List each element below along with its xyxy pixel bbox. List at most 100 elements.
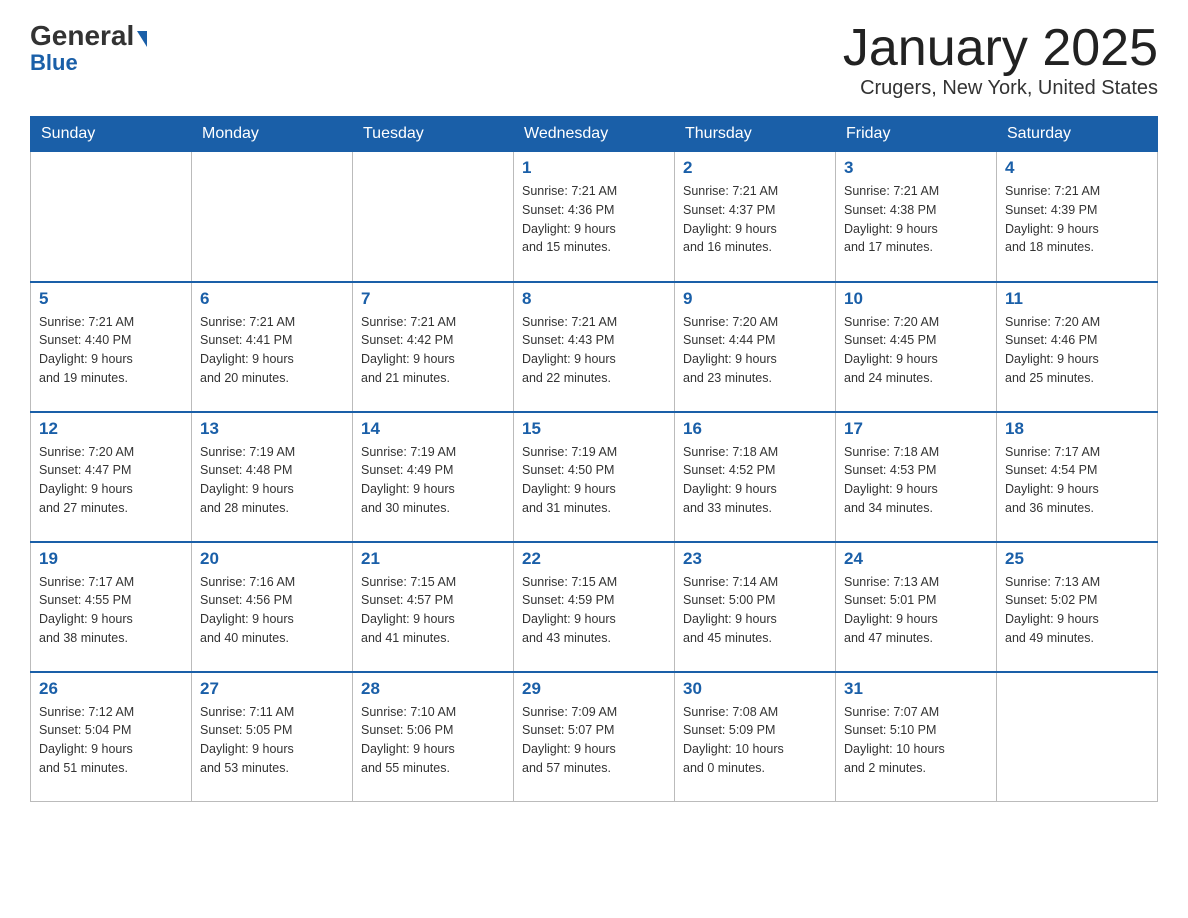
- col-sunday: Sunday: [31, 117, 192, 152]
- day-number: 30: [683, 679, 827, 699]
- calendar-cell: 16 Sunrise: 7:18 AM Sunset: 4:52 PM Dayli…: [675, 412, 836, 542]
- day-number: 14: [361, 419, 505, 439]
- day-number: 1: [522, 158, 666, 178]
- day-number: 27: [200, 679, 344, 699]
- day-number: 15: [522, 419, 666, 439]
- calendar-cell: 13Sunrise: 7:19 AM Sunset: 4:48 PM Dayli…: [192, 412, 353, 542]
- day-number: 20: [200, 549, 344, 569]
- day-info: Sunrise: 7:21 AM Sunset: 4:37 PM Dayligh…: [683, 182, 827, 257]
- day-info: Sunrise: 7:18 AM Sunset: 4:52 PM Dayligh…: [683, 443, 827, 518]
- day-info: Sunrise: 7:20 AM Sunset: 4:46 PM Dayligh…: [1005, 313, 1149, 388]
- day-number: 16: [683, 419, 827, 439]
- day-number: 26: [39, 679, 183, 699]
- day-number: 6: [200, 289, 344, 309]
- day-info: Sunrise: 7:19 AM Sunset: 4:48 PM Dayligh…: [200, 443, 344, 518]
- calendar-cell: 2Sunrise: 7:21 AM Sunset: 4:37 PM Daylig…: [675, 152, 836, 282]
- day-info: Sunrise: 7:16 AM Sunset: 4:56 PM Dayligh…: [200, 573, 344, 648]
- day-info: Sunrise: 7:17 AM Sunset: 4:55 PM Dayligh…: [39, 573, 183, 648]
- logo-blue-text: Blue: [30, 50, 78, 76]
- day-info: Sunrise: 7:20 AM Sunset: 4:45 PM Dayligh…: [844, 313, 988, 388]
- calendar-cell: 26Sunrise: 7:12 AM Sunset: 5:04 PM Dayli…: [31, 672, 192, 802]
- calendar-cell: [31, 152, 192, 282]
- logo: General Blue: [30, 20, 147, 76]
- calendar-week-3: 12 Sunrise: 7:20 AM Sunset: 4:47 PM Dayli…: [31, 412, 1158, 542]
- logo-arrow-icon: [137, 31, 147, 47]
- day-number: 10: [844, 289, 988, 309]
- calendar-cell: 30 Sunrise: 7:08 AM Sunset: 5:09 PM Dayli…: [675, 672, 836, 802]
- calendar-cell: 1 Sunrise: 7:21 AM Sunset: 4:36 PM Daylig…: [514, 152, 675, 282]
- logo-line1: General: [30, 20, 147, 52]
- col-saturday: Saturday: [997, 117, 1158, 152]
- day-number: 12: [39, 419, 183, 439]
- day-number: 28: [361, 679, 505, 699]
- col-wednesday: Wednesday: [514, 117, 675, 152]
- calendar-cell: 3 Sunrise: 7:21 AM Sunset: 4:38 PM Daylig…: [836, 152, 997, 282]
- day-number: 11: [1005, 289, 1149, 309]
- day-number: 3: [844, 158, 988, 178]
- day-number: 21: [361, 549, 505, 569]
- day-number: 29: [522, 679, 666, 699]
- calendar-cell: 23Sunrise: 7:14 AM Sunset: 5:00 PM Dayli…: [675, 542, 836, 672]
- page-header: General Blue January 2025 Crugers, New Y…: [30, 20, 1158, 100]
- day-number: 22: [522, 549, 666, 569]
- calendar-cell: 4 Sunrise: 7:21 AM Sunset: 4:39 PM Daylig…: [997, 152, 1158, 282]
- day-number: 7: [361, 289, 505, 309]
- page-title: January 2025: [843, 20, 1158, 77]
- day-info: Sunrise: 7:21 AM Sunset: 4:40 PM Dayligh…: [39, 313, 183, 388]
- calendar-cell: 5Sunrise: 7:21 AM Sunset: 4:40 PM Daylig…: [31, 282, 192, 412]
- day-info: Sunrise: 7:10 AM Sunset: 5:06 PM Dayligh…: [361, 703, 505, 778]
- calendar-week-4: 19 Sunrise: 7:17 AM Sunset: 4:55 PM Dayli…: [31, 542, 1158, 672]
- day-number: 25: [1005, 549, 1149, 569]
- calendar-cell: 28 Sunrise: 7:10 AM Sunset: 5:06 PM Dayli…: [353, 672, 514, 802]
- day-info: Sunrise: 7:21 AM Sunset: 4:43 PM Dayligh…: [522, 313, 666, 388]
- day-info: Sunrise: 7:20 AM Sunset: 4:47 PM Dayligh…: [39, 443, 183, 518]
- calendar-cell: 6 Sunrise: 7:21 AM Sunset: 4:41 PM Daylig…: [192, 282, 353, 412]
- calendar-header-row: Sunday Monday Tuesday Wednesday Thursday…: [31, 117, 1158, 152]
- day-number: 9: [683, 289, 827, 309]
- day-info: Sunrise: 7:21 AM Sunset: 4:39 PM Dayligh…: [1005, 182, 1149, 257]
- col-tuesday: Tuesday: [353, 117, 514, 152]
- calendar-cell: 8 Sunrise: 7:21 AM Sunset: 4:43 PM Daylig…: [514, 282, 675, 412]
- day-info: Sunrise: 7:09 AM Sunset: 5:07 PM Dayligh…: [522, 703, 666, 778]
- day-number: 23: [683, 549, 827, 569]
- calendar-cell: 11 Sunrise: 7:20 AM Sunset: 4:46 PM Dayli…: [997, 282, 1158, 412]
- day-info: Sunrise: 7:15 AM Sunset: 4:57 PM Dayligh…: [361, 573, 505, 648]
- calendar-week-2: 5Sunrise: 7:21 AM Sunset: 4:40 PM Daylig…: [31, 282, 1158, 412]
- calendar-cell: 31Sunrise: 7:07 AM Sunset: 5:10 PM Dayli…: [836, 672, 997, 802]
- calendar-cell: 12 Sunrise: 7:20 AM Sunset: 4:47 PM Dayli…: [31, 412, 192, 542]
- day-info: Sunrise: 7:21 AM Sunset: 4:36 PM Dayligh…: [522, 182, 666, 257]
- col-friday: Friday: [836, 117, 997, 152]
- day-number: 19: [39, 549, 183, 569]
- day-info: Sunrise: 7:07 AM Sunset: 5:10 PM Dayligh…: [844, 703, 988, 778]
- calendar-cell: 29 Sunrise: 7:09 AM Sunset: 5:07 PM Dayli…: [514, 672, 675, 802]
- day-number: 4: [1005, 158, 1149, 178]
- day-number: 18: [1005, 419, 1149, 439]
- calendar-cell: 15Sunrise: 7:19 AM Sunset: 4:50 PM Dayli…: [514, 412, 675, 542]
- day-info: Sunrise: 7:13 AM Sunset: 5:02 PM Dayligh…: [1005, 573, 1149, 648]
- day-number: 24: [844, 549, 988, 569]
- calendar-cell: [353, 152, 514, 282]
- day-info: Sunrise: 7:21 AM Sunset: 4:42 PM Dayligh…: [361, 313, 505, 388]
- day-info: Sunrise: 7:08 AM Sunset: 5:09 PM Dayligh…: [683, 703, 827, 778]
- page-subtitle: Crugers, New York, United States: [843, 77, 1158, 100]
- day-info: Sunrise: 7:21 AM Sunset: 4:41 PM Dayligh…: [200, 313, 344, 388]
- calendar-cell: 18Sunrise: 7:17 AM Sunset: 4:54 PM Dayli…: [997, 412, 1158, 542]
- day-info: Sunrise: 7:11 AM Sunset: 5:05 PM Dayligh…: [200, 703, 344, 778]
- day-info: Sunrise: 7:19 AM Sunset: 4:49 PM Dayligh…: [361, 443, 505, 518]
- day-info: Sunrise: 7:13 AM Sunset: 5:01 PM Dayligh…: [844, 573, 988, 648]
- day-number: 8: [522, 289, 666, 309]
- calendar-cell: 25 Sunrise: 7:13 AM Sunset: 5:02 PM Dayli…: [997, 542, 1158, 672]
- calendar-cell: 9 Sunrise: 7:20 AM Sunset: 4:44 PM Daylig…: [675, 282, 836, 412]
- day-info: Sunrise: 7:18 AM Sunset: 4:53 PM Dayligh…: [844, 443, 988, 518]
- day-info: Sunrise: 7:20 AM Sunset: 4:44 PM Dayligh…: [683, 313, 827, 388]
- calendar-cell: 24 Sunrise: 7:13 AM Sunset: 5:01 PM Dayli…: [836, 542, 997, 672]
- day-info: Sunrise: 7:21 AM Sunset: 4:38 PM Dayligh…: [844, 182, 988, 257]
- calendar-cell: 27 Sunrise: 7:11 AM Sunset: 5:05 PM Dayli…: [192, 672, 353, 802]
- calendar-table: Sunday Monday Tuesday Wednesday Thursday…: [30, 116, 1158, 802]
- col-monday: Monday: [192, 117, 353, 152]
- day-info: Sunrise: 7:15 AM Sunset: 4:59 PM Dayligh…: [522, 573, 666, 648]
- calendar-week-1: 1 Sunrise: 7:21 AM Sunset: 4:36 PM Daylig…: [31, 152, 1158, 282]
- logo-general-text: General: [30, 20, 134, 52]
- calendar-cell: 10 Sunrise: 7:20 AM Sunset: 4:45 PM Dayli…: [836, 282, 997, 412]
- calendar-cell: 21 Sunrise: 7:15 AM Sunset: 4:57 PM Dayli…: [353, 542, 514, 672]
